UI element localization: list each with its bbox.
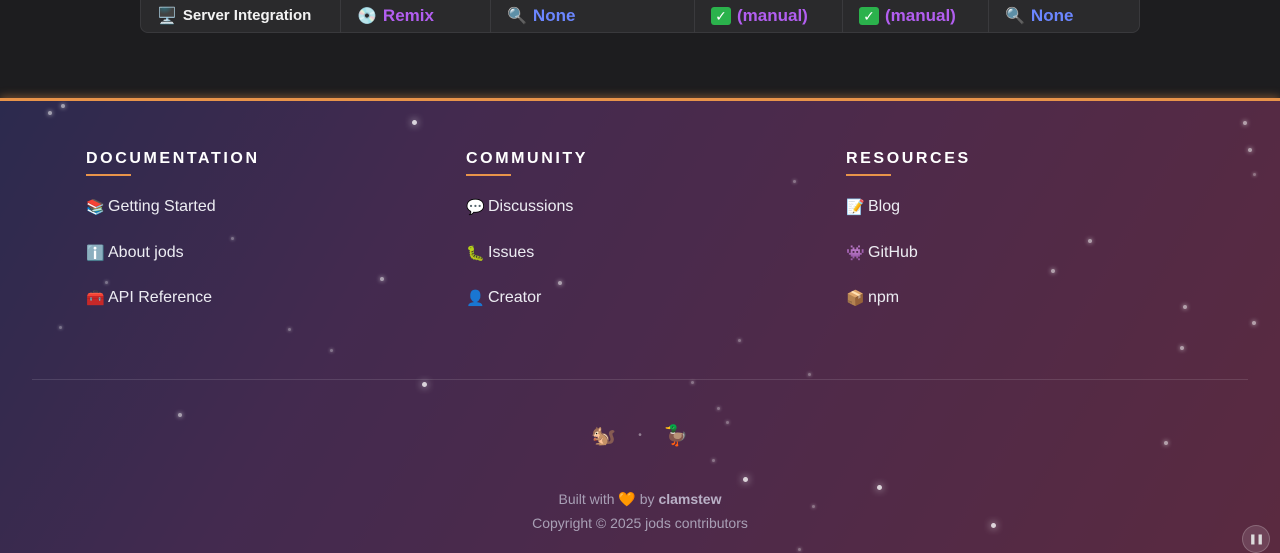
pause-animation-button[interactable]: ❚❚ [1242, 525, 1270, 553]
books-icon: 📚 [86, 199, 105, 216]
package-icon: 📦 [846, 290, 865, 307]
checkmark-icon: ✓ [711, 6, 731, 25]
heading-underline [86, 174, 131, 176]
table-cell-value: Remix [382, 5, 434, 25]
page-top-section: 🖥️ Server Integration 💿 Remix 🔍 None ✓ (… [0, 0, 1280, 98]
link-label: Discussions [488, 198, 574, 215]
footer-column-resources: RESOURCES 📝 Blog 👾 GitHub 📦 npm [846, 150, 971, 335]
info-icon: ℹ️ [86, 244, 105, 262]
link-label: GitHub [868, 243, 918, 261]
separator-dot: • [638, 430, 642, 441]
heading-underline [466, 174, 511, 176]
footer-link-npm[interactable]: 📦 npm [846, 289, 971, 335]
table-cell-col4: ✓ (manual) [695, 0, 843, 33]
table-cell-value: None [1030, 5, 1074, 25]
footer-link-github[interactable]: 👾 GitHub [846, 244, 971, 290]
footer-link-about-jods[interactable]: ℹ️ About jods [86, 244, 260, 290]
link-label: API Reference [108, 289, 213, 306]
speech-bubble-icon: 💬 [466, 199, 485, 216]
table-cell-col3: 🔍 None [491, 0, 695, 33]
table-cell-value: (manual) [885, 5, 956, 25]
footer-link-getting-started[interactable]: 📚 Getting Started [86, 198, 260, 244]
memo-icon: 📝 [846, 199, 865, 216]
table-cell-label: Server Integration [182, 7, 312, 24]
footer-link-api-reference[interactable]: 🧰 API Reference [86, 289, 260, 335]
comparison-table-last-row: 🖥️ Server Integration 💿 Remix 🔍 None ✓ (… [140, 0, 1140, 33]
duck-icon: 🦆 [663, 425, 689, 447]
link-label: About jods [108, 243, 184, 261]
pause-icon: ❚❚ [1248, 533, 1265, 545]
alien-monster-icon: 👾 [846, 244, 865, 262]
person-icon: 👤 [466, 290, 485, 307]
footer-link-discussions[interactable]: 💬 Discussions [466, 198, 588, 244]
heading-underline [846, 174, 891, 176]
site-footer: DOCUMENTATION 📚 Getting Started ℹ️ About j… [0, 98, 1280, 553]
checkmark-icon: ✓ [859, 6, 879, 25]
table-cell-feature: 🖥️ Server Integration [141, 0, 341, 33]
bug-icon: 🐛 [466, 244, 485, 262]
link-label: Creator [488, 289, 542, 306]
column-heading: COMMUNITY [466, 150, 589, 167]
disc-icon: 💿 [357, 7, 377, 25]
table-cell-col6: 🔍 None [989, 0, 1141, 33]
link-label: Getting Started [108, 198, 216, 215]
link-label: Blog [868, 198, 901, 215]
magnifier-icon: 🔍 [507, 7, 527, 25]
author-link[interactable]: clamstew [658, 491, 721, 507]
column-heading: DOCUMENTATION [86, 150, 260, 167]
copyright-text: Copyright © 2025 jods contributors [532, 515, 748, 531]
heart-icon: 🧡 [618, 491, 636, 507]
table-cell-value: (manual) [737, 5, 808, 25]
link-label: npm [868, 289, 900, 306]
toolbox-icon: 🧰 [86, 290, 105, 307]
built-prefix: Built with [558, 491, 615, 507]
link-label: Issues [488, 243, 535, 261]
table-cell-col5: ✓ (manual) [843, 0, 989, 33]
footer-column-documentation: DOCUMENTATION 📚 Getting Started ℹ️ About j… [86, 150, 260, 335]
footer-divider [32, 379, 1248, 380]
built-with-line: Built with 🧡 by clamstew [0, 491, 1280, 508]
magnifier-icon: 🔍 [1005, 7, 1025, 25]
footer-column-community: COMMUNITY 💬 Discussions 🐛 Issues 👤 Creator [466, 150, 588, 335]
built-by: by [639, 491, 655, 507]
monitor-icon: 🖥️ [157, 7, 177, 25]
squirrel-icon: 🐿️ [591, 425, 617, 447]
footer-link-issues[interactable]: 🐛 Issues [466, 244, 588, 290]
table-cell-value: None [532, 5, 576, 25]
table-cell-jods: 💿 Remix [341, 0, 491, 33]
mascot-row: 🐿️ • 🦆 [0, 423, 1280, 448]
footer-link-creator[interactable]: 👤 Creator [466, 289, 588, 335]
column-heading: RESOURCES [846, 150, 971, 167]
footer-link-blog[interactable]: 📝 Blog [846, 198, 971, 244]
